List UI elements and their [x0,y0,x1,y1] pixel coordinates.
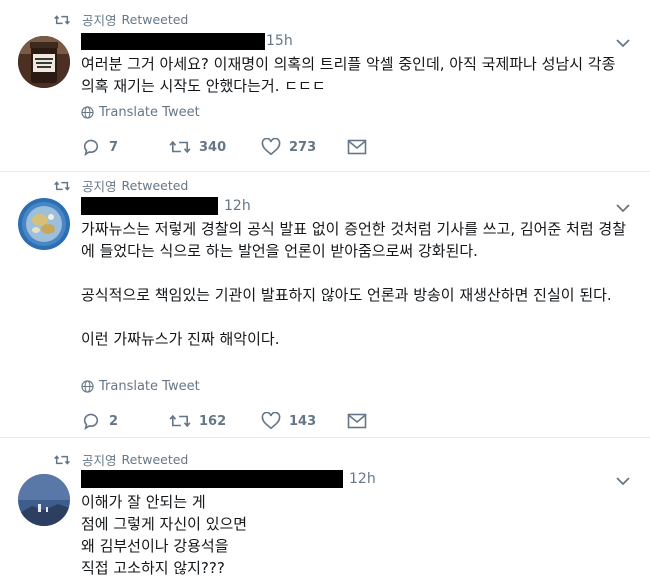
tweet-text: 이해가 잘 안되는 게 점에 그렇게 자신이 있으면 왜 김부선이나 강용석을 … [81,491,626,579]
avatar[interactable] [18,198,70,250]
retweet-icon [169,140,191,154]
retweet-icon [54,180,70,191]
tweet-text: 여러분 그거 아세요? 이재명이 의혹의 트리플 악셀 중인데, 아직 국제파나… [81,53,626,97]
retweet-button[interactable]: 162 [169,412,261,430]
reply-icon [83,139,99,156]
envelope-icon [347,139,367,155]
reply-button[interactable]: 7 [81,138,169,156]
retweeted-label: Retweeted [121,178,189,193]
retweet-button[interactable]: 340 [169,138,261,156]
tweet-timestamp[interactable]: 12h [224,198,251,214]
planet-avatar-image [18,198,70,250]
chevron-down-icon[interactable] [616,38,630,48]
reply-count: 7 [109,139,119,155]
reply-icon [83,413,99,430]
retweet-icon [169,414,191,428]
tweet-timestamp[interactable]: 15h [266,33,293,49]
tweet-line: 이해가 잘 안되는 게 [81,493,206,511]
reply-count: 2 [109,413,119,429]
like-count: 273 [289,139,317,155]
chevron-down-icon[interactable] [616,476,630,486]
tweet-paragraph: 공식적으로 책임있는 기관이 발표하지 않아도 언론과 방송이 재생산하면 진실… [81,286,612,304]
envelope-icon [347,413,367,429]
retweet-count: 162 [199,413,227,429]
tweet-line: 점에 그렇게 자신이 있으면 [81,515,248,533]
heart-icon [261,138,281,156]
translate-label[interactable]: Translate Tweet [99,105,200,120]
redacted-username [81,33,265,50]
like-button[interactable]: 143 [261,412,347,430]
redacted-username [81,197,218,215]
tweet-actions: 7 340 273 [81,138,375,156]
tweet-1[interactable]: 공지영 Retweeted 15h 여러분 그거 아세요? 이재명이 의혹의 트… [0,0,650,172]
reply-button[interactable]: 2 [81,412,169,430]
tweet-paragraph: 여러분 그거 아세요? 이재명이 의혹의 트리플 악셀 중인데, 아직 국제파나… [81,55,616,95]
tweet-line: 왜 김부선이나 강용석을 [81,537,229,555]
direct-message-button[interactable] [347,413,375,429]
avatar[interactable] [18,36,70,88]
tweet-3[interactable]: 공지영 Retweeted 12h 이해가 잘 안되는 게 점에 그렇게 자신이… [0,438,650,578]
heart-icon [261,412,281,430]
retweeted-label: Retweeted [121,452,189,467]
direct-message-button[interactable] [347,139,375,155]
jar-avatar-image [18,36,70,88]
tweet-paragraph: 이런 가짜뉴스가 진짜 해악이다. [81,330,280,348]
like-button[interactable]: 273 [261,138,347,156]
retweet-icon [54,14,70,25]
retweeted-label: Retweeted [121,12,189,27]
chevron-down-icon[interactable] [616,203,630,213]
tweet-paragraph: 가짜뉴스는 저렇게 경찰의 공식 발표 없이 증언한 것처럼 기사를 쓰고, 김… [81,220,626,260]
landscape-avatar-image [18,474,70,526]
translate-tweet-link[interactable]: Translate Tweet [81,379,200,394]
tweet-2[interactable]: 공지영 Retweeted 12h 가짜뉴스는 저렇게 경찰의 공식 발표 없이… [0,172,650,438]
retweeter-name[interactable]: 공지영 [82,176,117,195]
tweet-timestamp[interactable]: 12h [349,471,376,487]
tweet-line: 직접 고소하지 않지??? [81,559,225,577]
retweet-context: 공지영 Retweeted [54,176,188,195]
translate-tweet-link[interactable]: Translate Tweet [81,105,200,120]
tweet-text: 가짜뉴스는 저렇게 경찰의 공식 발표 없이 증언한 것처럼 기사를 쓰고, 김… [81,218,626,350]
retweeter-name[interactable]: 공지영 [82,10,117,29]
retweet-icon [54,454,70,465]
redacted-username [81,470,343,488]
tweet-actions: 2 162 143 [81,412,375,430]
retweet-context: 공지영 Retweeted [54,450,188,469]
retweet-context: 공지영 Retweeted [54,10,188,29]
retweet-count: 340 [199,139,227,155]
like-count: 143 [289,413,317,429]
globe-icon [81,106,94,119]
avatar[interactable] [18,474,70,526]
globe-icon [81,380,94,393]
translate-label[interactable]: Translate Tweet [99,379,200,394]
retweeter-name[interactable]: 공지영 [82,450,117,469]
